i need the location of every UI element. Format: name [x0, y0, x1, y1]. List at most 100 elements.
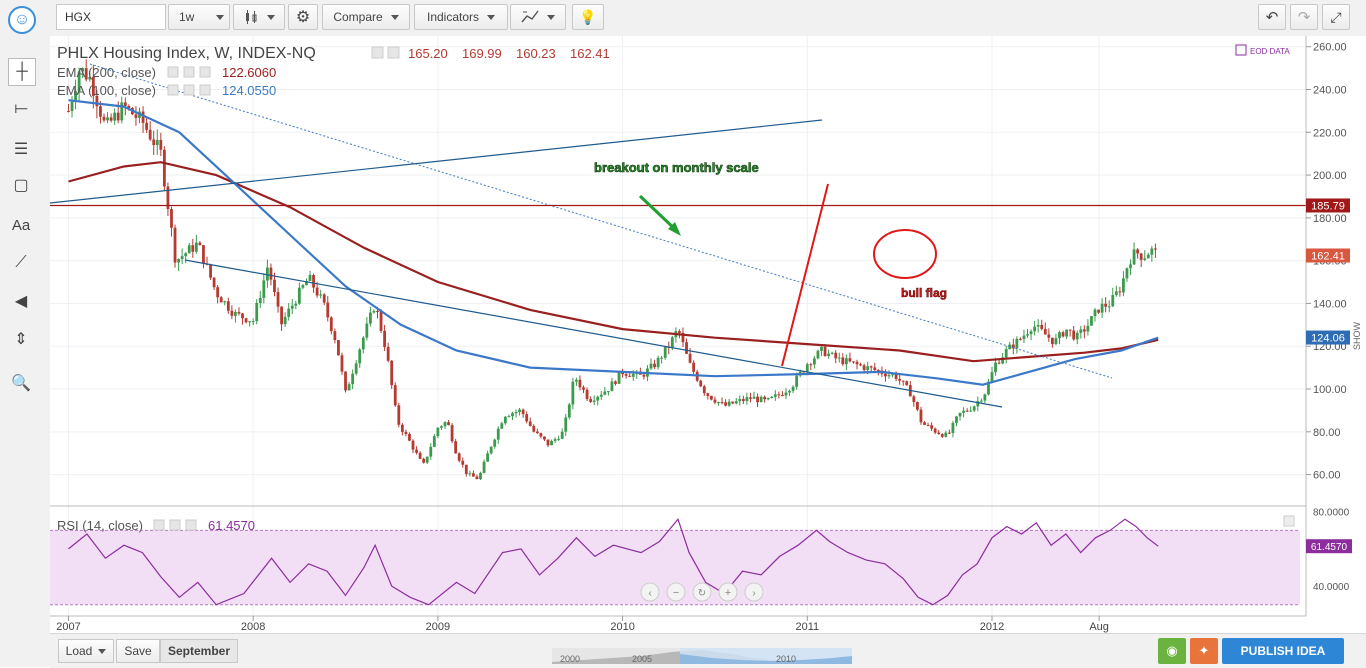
- candle-body: [1122, 278, 1125, 293]
- eye-icon[interactable]: [153, 519, 165, 531]
- undo-button[interactable]: ↶: [1258, 4, 1286, 30]
- candle-body: [337, 340, 340, 356]
- fullscreen-button[interactable]: ⤢: [1322, 4, 1350, 30]
- minus-icon: −: [673, 587, 679, 599]
- candle-body: [759, 396, 763, 403]
- candle-body: [734, 401, 738, 404]
- candle-body: [951, 422, 955, 433]
- measure-tool[interactable]: ⇕: [8, 326, 34, 352]
- save-button[interactable]: Save: [116, 639, 160, 663]
- tick-label: 80.0000: [1313, 508, 1350, 519]
- pane-maximize-icon[interactable]: [1283, 515, 1295, 527]
- chevron-down-icon: [487, 14, 496, 20]
- tweet-button[interactable]: ✦: [1190, 638, 1218, 664]
- settings-icon[interactable]: [183, 66, 195, 78]
- load-button[interactable]: Load: [58, 639, 114, 663]
- candle-body: [823, 346, 827, 357]
- tick-label: 220.00: [1313, 127, 1347, 139]
- candle-body: [262, 280, 266, 298]
- candle-body: [958, 412, 962, 417]
- candle-body: [436, 427, 440, 437]
- candle-body: [1104, 303, 1108, 307]
- candle-body: [248, 321, 252, 323]
- chart-style-button[interactable]: [233, 4, 285, 30]
- candle-body: [610, 381, 614, 392]
- candle-body: [496, 428, 500, 440]
- ohlc-close: 162.41: [570, 46, 610, 61]
- candle-body: [812, 358, 816, 365]
- candle-body: [372, 311, 376, 313]
- zoom-tool[interactable]: 🔍: [8, 370, 34, 396]
- candle-body: [99, 106, 102, 117]
- redo-button[interactable]: ↷: [1290, 4, 1318, 30]
- candle-body: [525, 414, 529, 422]
- shapes-tool[interactable]: ▢: [8, 172, 34, 198]
- candle-body: [848, 358, 852, 362]
- candle-body: [979, 400, 983, 402]
- candle-body: [234, 311, 237, 316]
- compare-button[interactable]: Compare: [322, 4, 410, 30]
- close-icon[interactable]: [199, 84, 211, 96]
- interval-select[interactable]: 1w: [168, 4, 230, 30]
- chart-area[interactable]: breakout on monthly scale bull flag PHLX…: [50, 36, 1366, 633]
- candle-body: [280, 306, 283, 325]
- strategy-button[interactable]: [510, 4, 566, 30]
- candle-body: [1139, 253, 1143, 260]
- crosshair-tool[interactable]: ┼: [8, 58, 36, 86]
- alerts-button[interactable]: 💡: [572, 4, 604, 30]
- candle-body: [347, 384, 351, 391]
- layout-name-field[interactable]: September: [160, 639, 238, 663]
- show-panel-label[interactable]: SHOW: [1352, 321, 1362, 350]
- candle-body: [606, 391, 610, 393]
- publish-idea-button[interactable]: PUBLISH IDEA: [1222, 638, 1344, 664]
- candle-body: [1100, 303, 1104, 313]
- navigator-year: 2010: [776, 654, 796, 664]
- candle-body: [486, 453, 490, 462]
- patterns-tool[interactable]: ⟋: [8, 250, 34, 276]
- candle-body: [145, 122, 149, 130]
- text-tool[interactable]: Aa: [8, 212, 34, 238]
- navigator-chart[interactable]: 2000 2005 2010: [552, 648, 852, 664]
- candle-body: [159, 140, 163, 150]
- fib-tool[interactable]: ☰: [8, 136, 34, 162]
- arrow-tool[interactable]: ◀: [8, 288, 34, 314]
- candle-body: [770, 396, 774, 398]
- candle-body: [152, 139, 156, 146]
- candle-body: [365, 323, 369, 338]
- candle-body: [972, 406, 976, 411]
- symbol-input[interactable]: HGX: [56, 4, 166, 30]
- candle-body: [1050, 337, 1054, 345]
- snapshot-button[interactable]: ◉: [1158, 638, 1186, 664]
- close-icon[interactable]: [185, 519, 197, 531]
- candle-body: [837, 357, 841, 359]
- settings-icon[interactable]: [169, 519, 181, 531]
- candle-body: [575, 379, 578, 382]
- settings-button[interactable]: ⚙: [288, 4, 318, 30]
- candle-body: [784, 392, 788, 396]
- candle-body: [752, 396, 756, 399]
- candle-body: [944, 432, 948, 437]
- candle-body: [656, 357, 660, 368]
- settings-icon[interactable]: [371, 46, 384, 59]
- candle-body: [791, 386, 795, 391]
- candle-body: [930, 425, 934, 429]
- ema100-value: 124.0550: [222, 83, 276, 98]
- candle-body: [514, 411, 518, 414]
- ohlc-low: 160.23: [516, 46, 556, 61]
- trendline-tool[interactable]: ⟝: [8, 96, 34, 122]
- close-icon[interactable]: [387, 46, 400, 59]
- candle-body: [756, 396, 759, 403]
- smiley-icon[interactable]: ☺: [8, 6, 36, 34]
- close-icon[interactable]: [199, 66, 211, 78]
- candle-body: [550, 440, 553, 446]
- indicators-button[interactable]: Indicators: [414, 4, 508, 30]
- eye-icon[interactable]: [167, 84, 179, 96]
- candle-body: [386, 346, 390, 361]
- candle-body: [628, 375, 632, 377]
- settings-icon[interactable]: [183, 84, 195, 96]
- candle-body: [1065, 329, 1068, 337]
- arrow-left-icon: ◀: [14, 293, 28, 310]
- eye-icon[interactable]: [167, 66, 179, 78]
- candle-body: [109, 117, 113, 121]
- ohlc-open: 165.20: [408, 46, 448, 61]
